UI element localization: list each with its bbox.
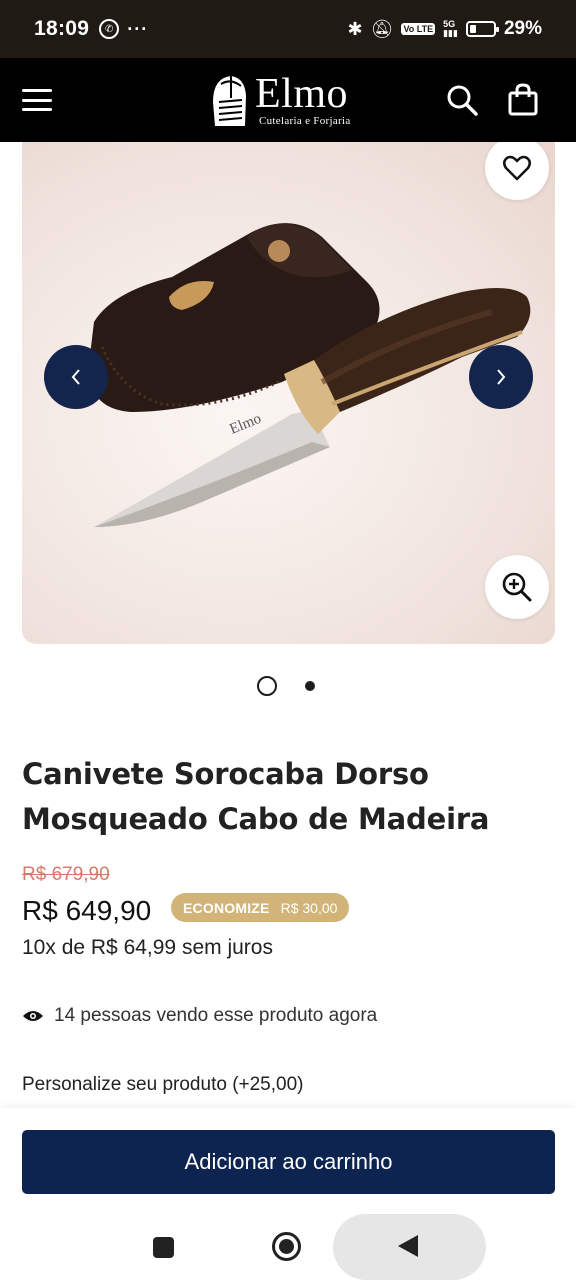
battery-percent: 29% bbox=[503, 18, 542, 39]
zoom-in-icon bbox=[502, 572, 532, 602]
product-title: Canivete Sorocaba Dorso Mosqueado Cabo d… bbox=[22, 757, 490, 836]
savings-label: ECONOMIZE bbox=[183, 899, 270, 916]
savings-badge: ECONOMIZE R$ 30,00 bbox=[171, 893, 350, 922]
volte-icon: Vo LTE bbox=[401, 23, 436, 35]
site-header: Elmo Cutelaria e Forjaria bbox=[0, 58, 576, 142]
eye-icon bbox=[23, 1011, 43, 1021]
shopping-bag-icon[interactable] bbox=[506, 82, 540, 118]
back-button[interactable] bbox=[398, 1235, 418, 1257]
whatsapp-icon: ✆ bbox=[99, 19, 120, 39]
system-navigation-bar bbox=[0, 1210, 576, 1280]
old-price: R$ 679,90 bbox=[22, 864, 110, 885]
live-viewers-text: 14 pessoas vendo esse produto agora bbox=[54, 1005, 378, 1026]
battery-fill bbox=[469, 25, 476, 33]
battery-icon bbox=[465, 21, 499, 37]
muted-bell-icon: 🔕︎ bbox=[370, 18, 394, 39]
installments-info: 10x de R$ 64,99 sem juros bbox=[22, 936, 273, 959]
menu-icon[interactable] bbox=[22, 89, 52, 111]
chevron-left-icon bbox=[71, 369, 80, 385]
pagination-dot-1[interactable] bbox=[257, 676, 277, 696]
signal-icon: 5G ▮▮▮ bbox=[443, 19, 458, 38]
logo-name: Elmo bbox=[255, 71, 348, 117]
gallery-pagination bbox=[0, 676, 576, 696]
status-bar: 18:09 ✆ ··· ✱ 🔕︎ Vo LTE 5G ▮▮▮ 29% bbox=[0, 0, 576, 58]
add-to-cart-button[interactable]: Adicionar ao carrinho bbox=[22, 1130, 555, 1194]
home-button[interactable] bbox=[272, 1232, 301, 1261]
live-viewers: 14 pessoas vendo esse produto agora bbox=[22, 1005, 377, 1027]
store-logo[interactable]: Elmo Cutelaria e Forjaria bbox=[209, 70, 374, 132]
bluetooth-icon: ✱ bbox=[347, 18, 363, 39]
heart-icon bbox=[503, 155, 531, 181]
network-type: 5G bbox=[443, 19, 456, 29]
product-image-gallery[interactable]: Elmo bbox=[22, 142, 555, 644]
pagination-dot-2[interactable] bbox=[305, 681, 315, 691]
previous-image-button[interactable] bbox=[44, 345, 108, 409]
search-icon[interactable] bbox=[444, 82, 480, 118]
chevron-right-icon bbox=[497, 369, 506, 385]
personalize-label: Personalize seu produto (+25,00) bbox=[22, 1074, 304, 1095]
recent-apps-button[interactable] bbox=[153, 1237, 174, 1258]
savings-value: R$ 30,00 bbox=[280, 899, 338, 916]
logo-tagline: Cutelaria e Forjaria bbox=[259, 115, 351, 127]
sticky-cart-bar: Adicionar ao carrinho bbox=[0, 1108, 576, 1210]
more-notifications-icon: ··· bbox=[127, 18, 149, 39]
next-image-button[interactable] bbox=[469, 345, 533, 409]
status-time: 18:09 bbox=[34, 17, 90, 40]
helmet-logo-icon bbox=[213, 76, 246, 126]
current-price: R$ 649,90 bbox=[22, 895, 152, 926]
zoom-button[interactable] bbox=[485, 555, 549, 619]
